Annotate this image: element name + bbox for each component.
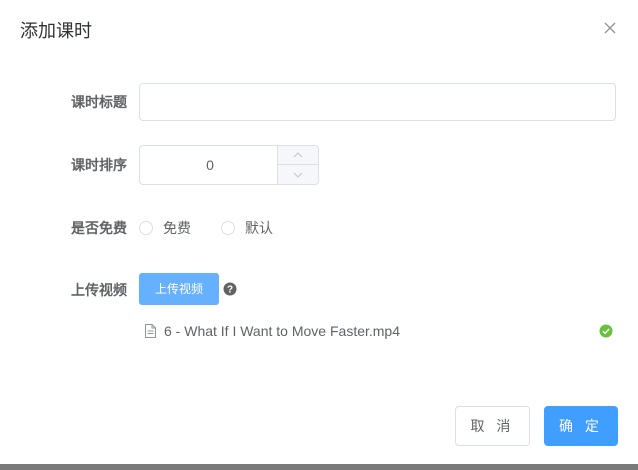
radio-free[interactable]: 免费	[139, 218, 191, 238]
stepper-increase-button[interactable]	[278, 146, 318, 165]
radio-circle[interactable]	[139, 221, 153, 235]
lesson-sort-value[interactable]: 0	[140, 146, 280, 184]
stepper-decrease-button[interactable]	[278, 165, 318, 184]
radio-default[interactable]: 默认	[221, 218, 273, 238]
question-circle-icon[interactable]: ?	[223, 282, 237, 296]
radio-free-label: 免费	[163, 220, 191, 236]
is-free-label: 是否免费	[71, 220, 127, 236]
dialog-title: 添加课时	[20, 21, 92, 41]
radio-default-label: 默认	[245, 220, 273, 236]
add-lesson-dialog: 添加课时 课时标题 课时排序 0 是否免费 免费 默认 上传视频 上传视频 ? …	[0, 0, 638, 470]
uploaded-file-name[interactable]: 6 - What If I Want to Move Faster.mp4	[164, 323, 599, 339]
lesson-title-label: 课时标题	[71, 94, 127, 110]
uploaded-file-item[interactable]: 6 - What If I Want to Move Faster.mp4	[139, 320, 617, 342]
confirm-button[interactable]: 确 定	[544, 406, 618, 446]
radio-circle[interactable]	[221, 221, 235, 235]
lesson-title-input[interactable]	[139, 83, 616, 121]
close-icon[interactable]	[602, 20, 618, 36]
lesson-sort-stepper[interactable]: 0	[139, 145, 319, 185]
stepper-controls	[277, 146, 318, 184]
upload-video-button[interactable]: 上传视频	[139, 273, 219, 305]
chevron-up-icon	[293, 152, 303, 158]
chevron-down-icon	[293, 172, 303, 178]
upload-video-label: 上传视频	[71, 282, 127, 298]
cancel-button[interactable]: 取 消	[455, 406, 530, 446]
lesson-sort-label: 课时排序	[71, 157, 127, 173]
document-icon	[145, 324, 156, 338]
success-check-icon	[599, 324, 613, 338]
is-free-radio-group: 免费 默认	[139, 218, 303, 238]
page-bottom-edge	[0, 464, 638, 470]
svg-text:?: ?	[227, 285, 233, 296]
